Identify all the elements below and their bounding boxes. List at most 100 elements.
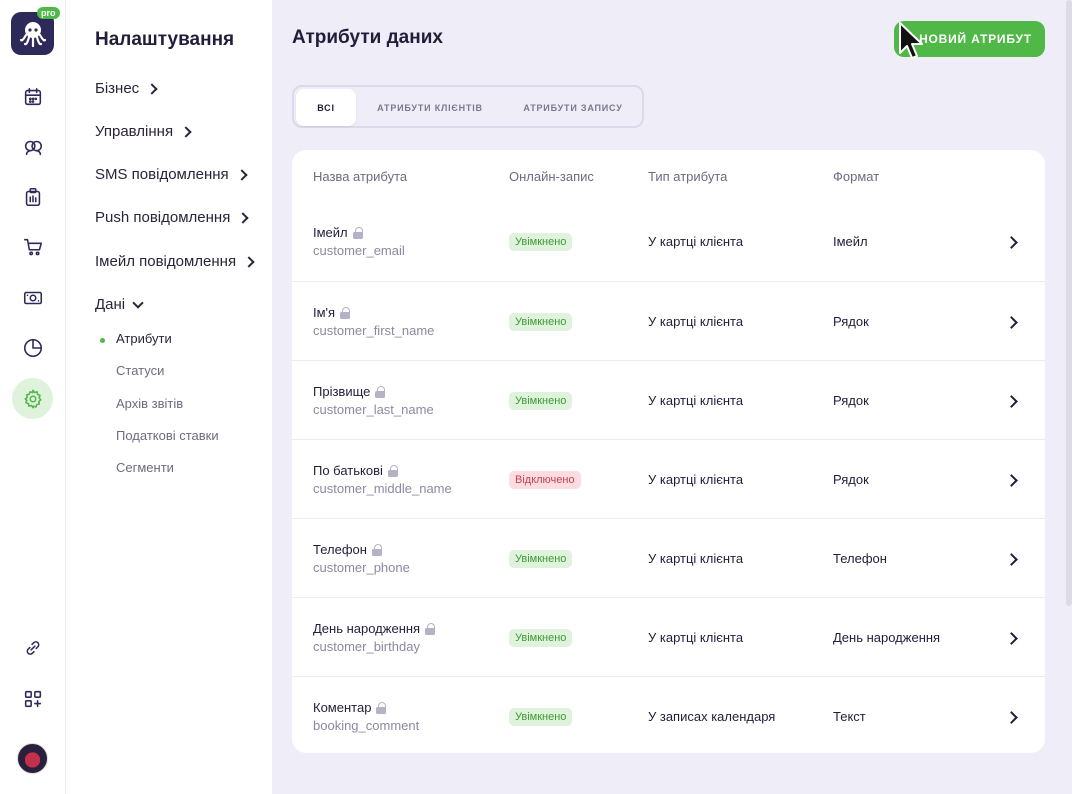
attribute-type: У картці клієнта [648,472,744,487]
status-badge: Увімкнено [509,313,573,331]
chevron-down-icon [132,296,144,309]
nav-item-sms[interactable]: SMS повідомлення [95,166,248,183]
attribute-type: У картці клієнта [648,630,744,645]
nav-item-label: Push повідомлення [95,209,231,226]
sub-item-segments[interactable]: Сегменти [116,460,174,475]
attribute-format: Рядок [833,472,869,487]
scrollbar[interactable] [1066,0,1072,606]
attribute-name: Ім'я [313,305,351,320]
sub-item-reports-archive[interactable]: Архів звітів [116,396,183,411]
attribute-name-text: Прізвище [313,384,371,399]
tab-client-attributes[interactable]: атрибути клієнтів [360,89,500,126]
attribute-format: Імейл [833,234,868,249]
chevron-right-icon[interactable] [1005,553,1018,566]
chevron-right-icon [146,82,158,95]
attributes-table: Назва атрибута Онлайн-запис Тип атрибута… [292,150,1045,753]
attribute-format: Телефон [833,551,887,566]
chevron-right-icon [180,125,192,138]
column-header-name: Назва атрибута [313,169,408,184]
table-row[interactable]: Прізвище customer_last_name Увімкнено У кар… [292,360,1045,439]
status-badge: Увімкнено [509,708,573,726]
attribute-name-text: Коментар [313,700,372,715]
table-row[interactable]: По батькові customer_middle_name Відключен… [292,439,1045,518]
link-icon[interactable] [12,627,53,668]
status-badge: Відключено [509,471,581,489]
nav-item-label: Бізнес [95,80,140,97]
chevron-right-icon [235,168,248,181]
attribute-type: У записах календаря [648,709,776,724]
attribute-format: Рядок [833,393,869,408]
tab-all[interactable]: всі [296,89,356,126]
table-row[interactable]: День народження customer_birthday Увімкнен… [292,597,1045,676]
attribute-name: День народження [313,621,436,636]
attribute-name: Телефон [313,542,382,557]
nav-item-management[interactable]: Управління [95,123,192,140]
attribute-tabs: всі атрибути клієнтів атрибути запису [292,85,644,128]
attribute-key: customer_phone [313,560,410,575]
chevron-right-icon[interactable] [1005,632,1018,645]
lock-icon [352,226,363,239]
chevron-right-icon[interactable] [1005,395,1018,408]
chevron-right-icon[interactable] [1005,474,1018,487]
attribute-name-text: Імейл [313,225,348,240]
clipboard-icon[interactable] [12,176,53,217]
attribute-name: Прізвище [313,384,386,399]
lock-icon [340,306,351,319]
sub-item-statuses[interactable]: Статуси [116,363,164,378]
chevron-right-icon [237,211,249,224]
attribute-name-text: День народження [313,621,421,636]
attribute-key: customer_middle_name [313,481,452,496]
status-badge: Увімкнено [509,550,573,568]
apps-add-icon[interactable] [12,678,53,719]
nav-item-data[interactable]: Дані [95,296,144,313]
table-row[interactable]: Імейл customer_email Увімкнено У картці клі… [292,202,1045,281]
chevron-right-icon[interactable] [1005,316,1018,329]
attribute-format: Текст [833,709,866,724]
column-header-online: Онлайн-запис [509,169,594,184]
lock-icon [387,464,398,477]
chevron-right-icon[interactable] [1005,236,1018,249]
lock-icon [425,622,436,635]
status-badge: Увімкнено [509,629,573,647]
money-icon[interactable] [12,277,53,318]
settings-icon[interactable] [12,378,53,419]
settings-nav: Налаштування Бізнес Управління SMS повід… [66,0,272,794]
status-badge: Увімкнено [509,392,573,410]
lock-icon [376,701,387,714]
column-header-format: Формат [833,169,880,184]
attribute-key: customer_first_name [313,323,435,338]
calendar-icon[interactable] [12,76,53,117]
tab-booking-attributes[interactable]: атрибути запису [504,89,642,126]
attribute-type: У картці клієнта [648,314,744,329]
nav-item-email[interactable]: Імейл повідомлення [95,253,255,270]
attribute-key: customer_birthday [313,639,420,654]
attribute-type: У картці клієнта [648,551,744,566]
lock-icon [371,543,382,556]
chevron-right-icon[interactable] [1005,711,1018,724]
column-header-type: Тип атрибута [648,169,728,184]
sub-item-attributes[interactable]: Атрибути [116,331,172,346]
attribute-key: booking_comment [313,718,420,733]
nav-title: Налаштування [95,29,235,50]
icon-rail: pro [0,0,66,794]
chevron-right-icon [243,255,255,268]
analytics-icon[interactable] [12,327,53,368]
status-badge: Увімкнено [509,233,573,251]
attribute-format: День народження [833,630,941,645]
nav-item-push[interactable]: Push повідомлення [95,209,249,226]
table-row[interactable]: Телефон customer_phone Увімкнено У картці к… [292,518,1045,597]
nav-item-label: Управління [95,123,174,140]
clients-icon[interactable] [12,126,53,167]
table-row[interactable]: Коментар booking_comment Увімкнено У записа… [292,676,1045,755]
attribute-format: Рядок [833,314,869,329]
cart-icon[interactable] [12,226,53,267]
lock-icon [375,385,386,398]
table-row[interactable]: Ім'я customer_first_name Увімкнено У картці… [292,281,1045,360]
nav-item-business[interactable]: Бізнес [95,80,158,97]
attribute-type: У картці клієнта [648,234,744,249]
nav-item-label: SMS повідомлення [95,166,229,183]
pro-badge: pro [37,7,60,19]
active-dot-icon [100,338,105,343]
user-avatar[interactable] [17,743,48,774]
sub-item-tax-rates[interactable]: Податкові ставки [116,428,219,443]
